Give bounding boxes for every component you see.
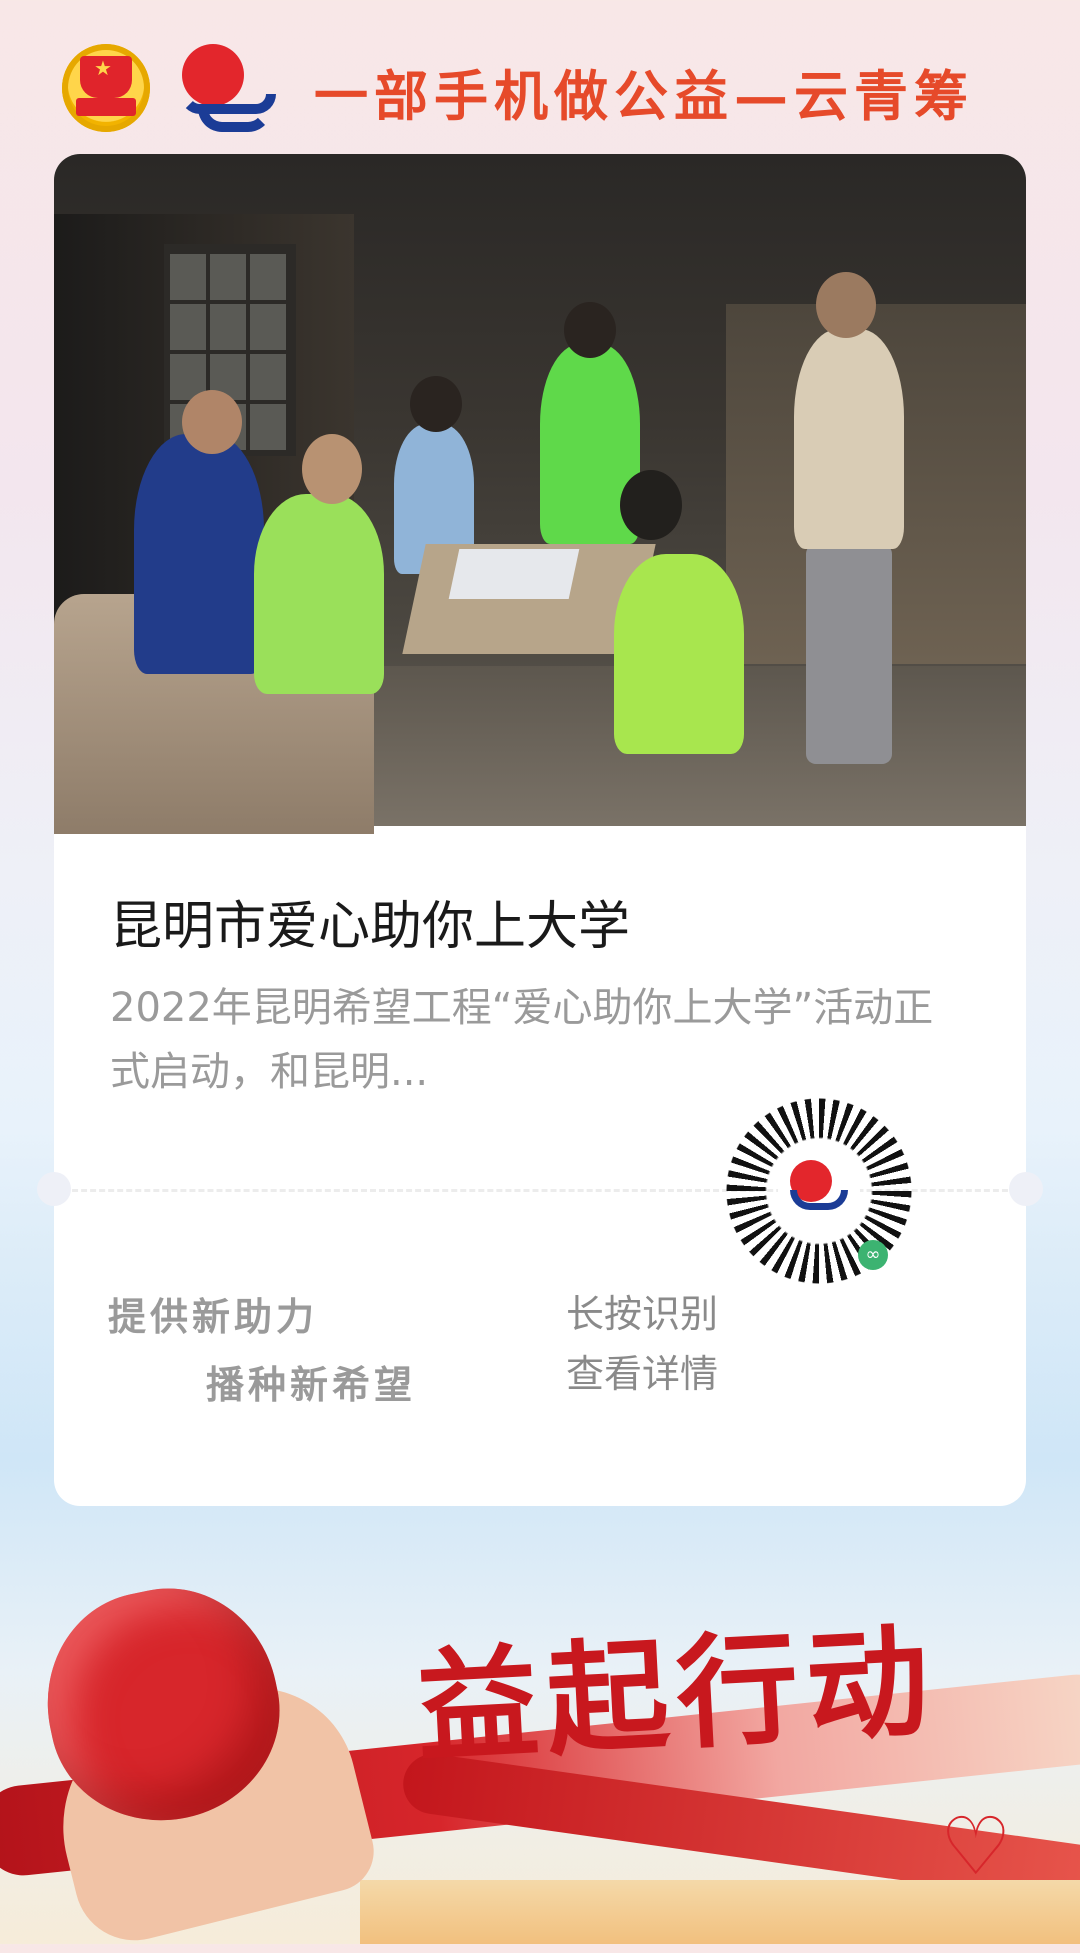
- tagline-line-2: 播种新希望: [206, 1362, 417, 1407]
- qr-hint-line-2: 查看详情: [566, 1352, 719, 1396]
- qr-hint-line-1: 长按识别: [566, 1292, 719, 1336]
- tagline-line-1: 提供新助力: [108, 1294, 319, 1339]
- project-description: 2022年昆明希望工程“爱心助你上大学”活动正式启动，和昆明...: [110, 985, 934, 1095]
- card-notch-left: [37, 1172, 71, 1206]
- project-photo: [54, 154, 1026, 834]
- small-heart-icon: ♡: [940, 1800, 1012, 1893]
- card-notch-right: [1009, 1172, 1043, 1206]
- banner-slogan: 益起行动: [413, 1608, 940, 1780]
- header-slogan: 一部手机做公益—云青筹: [314, 64, 974, 128]
- hope-project-logo-icon: [176, 40, 280, 136]
- wechat-mini-program-icon: ∞: [858, 1240, 888, 1270]
- header-bar: ★ 一部手机做公益—云青筹: [0, 0, 1080, 150]
- youth-league-emblem-icon: ★: [62, 44, 150, 132]
- project-card[interactable]: 昆明市爱心助你上大学 2022年昆明希望工程“爱心助你上大学”活动正式启动，和昆…: [54, 154, 1026, 1506]
- qr-hint: 长按识别 查看详情: [566, 1284, 718, 1404]
- project-title: 昆明市爱心助你上大学: [110, 897, 631, 957]
